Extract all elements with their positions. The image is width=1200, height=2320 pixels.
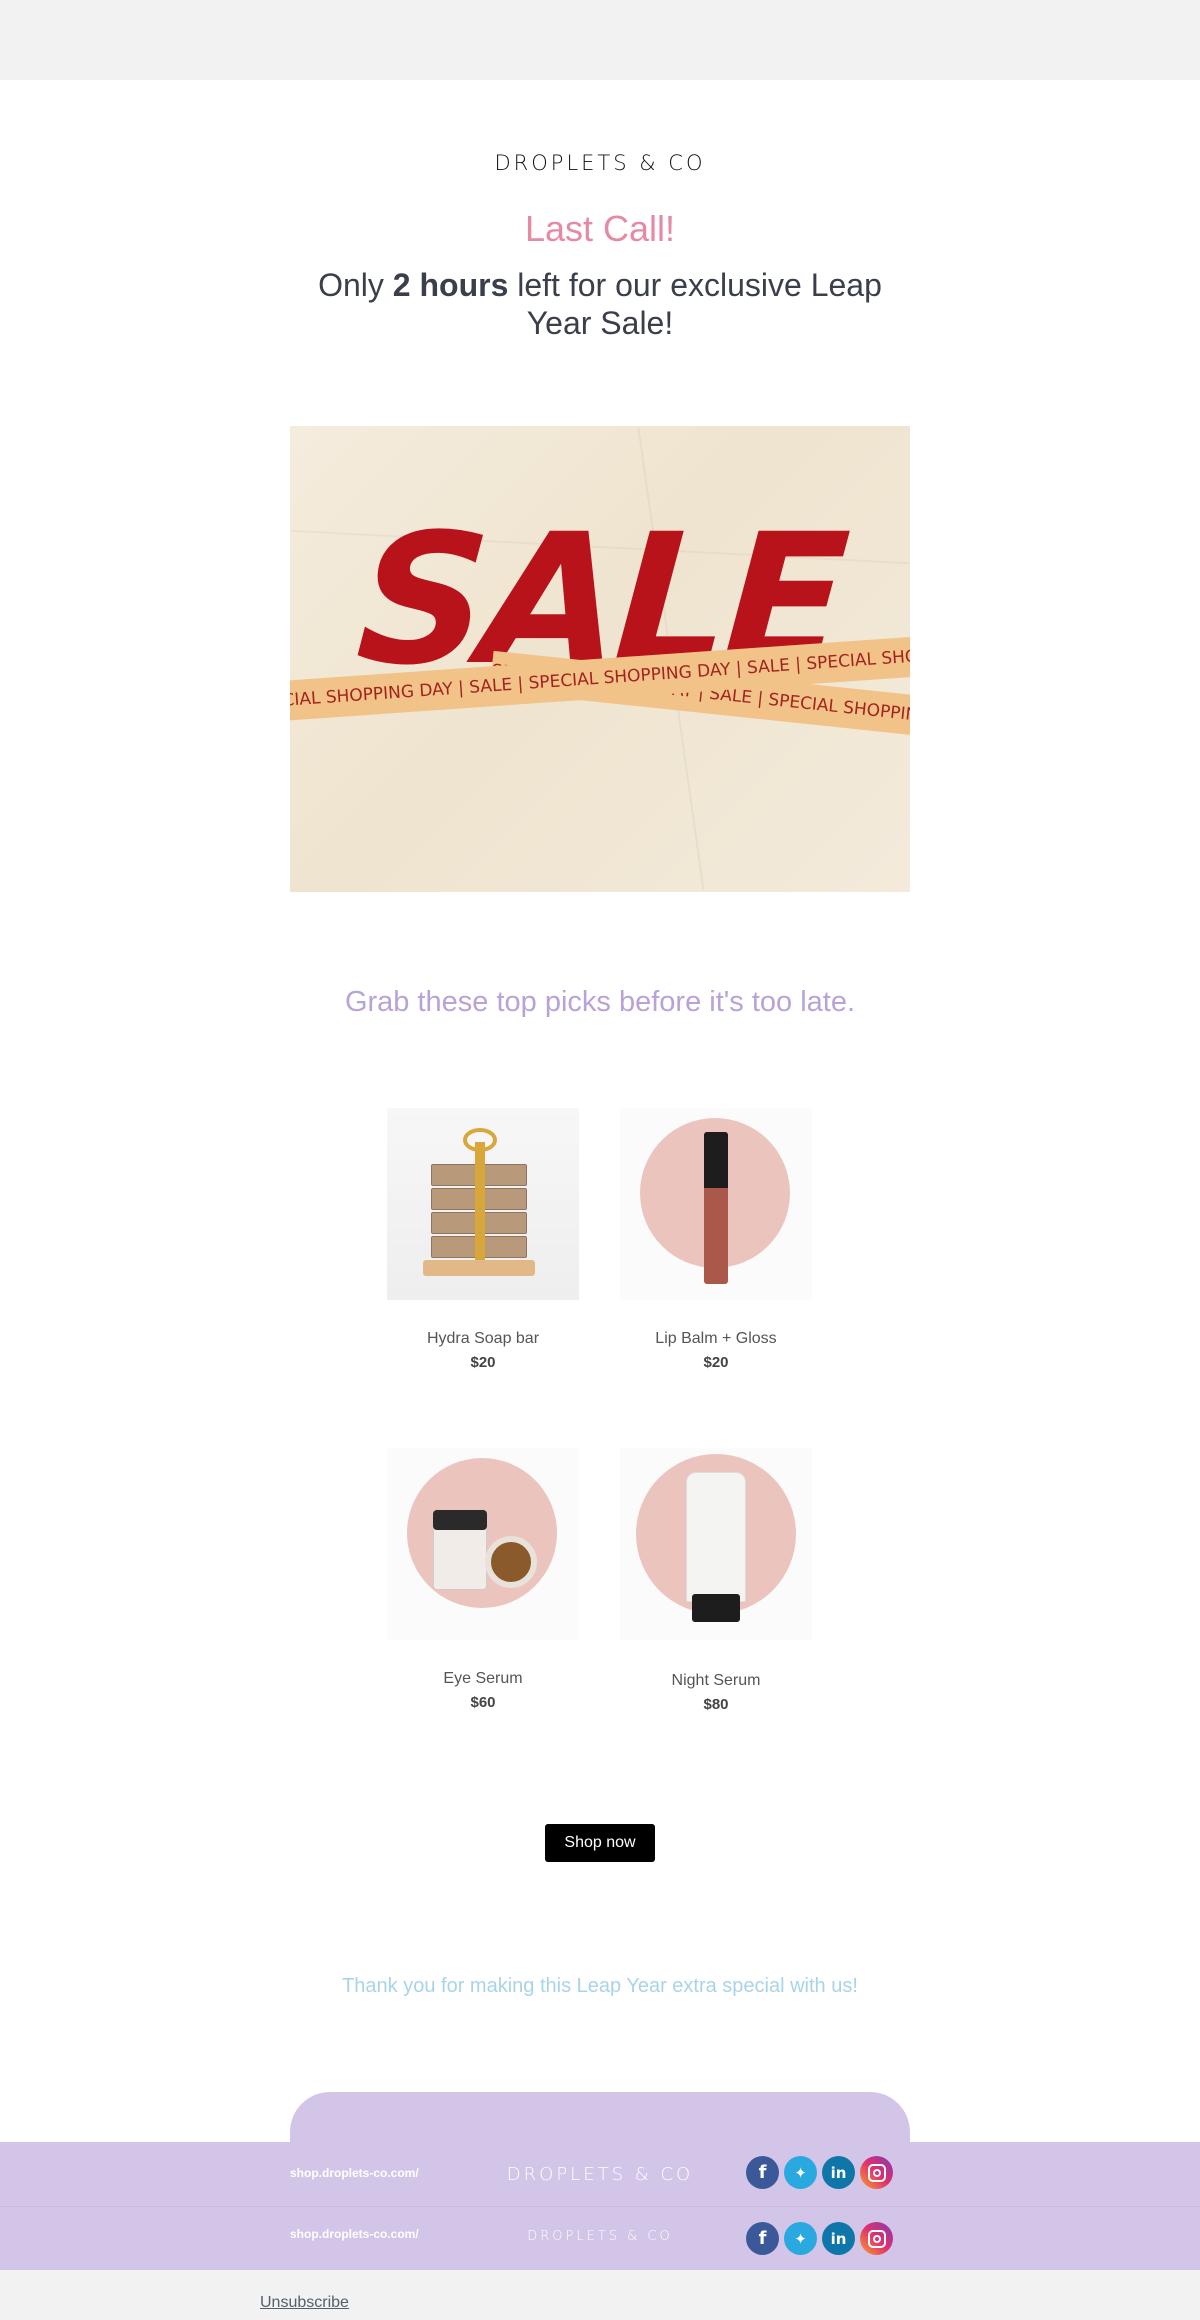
footer-row: shop.droplets-co.com/ DROPLETS & CO f ✦ … [0,2142,1200,2206]
serum-tube [686,1472,746,1602]
soap-bar-image[interactable] [387,1108,579,1300]
footer-row: shop.droplets-co.com/ DROPLETS & CO f ✦ … [0,2206,1200,2270]
instagram-icon[interactable] [860,2222,893,2255]
lip-gloss-image[interactable] [620,1108,812,1300]
facebook-glyph: f [758,2228,767,2249]
subheadline-bold-hours: 2 hours [392,267,509,303]
soap-tray [423,1260,535,1276]
shop-now-button[interactable]: Shop now [545,1824,655,1862]
unsubscribe-link[interactable]: Unsubscribe [260,2294,349,2312]
twitter-icon[interactable]: ✦ [784,2222,817,2255]
headline: Last Call! [524,208,676,249]
serum-jar-cap [433,1510,487,1530]
serum-tube-cap [692,1594,740,1622]
product-price: $20 [703,1354,729,1371]
footer-brand-logo: DROPLETS & CO [506,2164,694,2185]
product-name: Hydra Soap bar [426,1330,540,1347]
social-links: f ✦ in [746,2222,893,2255]
linkedin-icon[interactable]: in [822,2222,855,2255]
product-card[interactable]: Eye Serum $60 [387,1448,579,1711]
serum-jar-open [485,1536,537,1588]
footer-top-cap [290,2092,910,2142]
top-picks-heading: Grab these top picks before it's too lat… [344,986,856,1018]
product-price: $60 [470,1694,496,1711]
product-name: Night Serum [671,1672,761,1689]
subheadline-text-2: left for our exclusive Leap Year Sale! [508,267,882,341]
product-name: Lip Balm + Gloss [655,1330,777,1347]
brand-logo: DROPLETS & CO [494,151,706,175]
product-price: $80 [703,1696,729,1713]
twitter-glyph: ✦ [794,2163,807,2182]
product-card[interactable]: Night Serum $80 [620,1448,812,1713]
instagram-glyph [867,2163,886,2182]
product-card[interactable]: Lip Balm + Gloss $20 [620,1108,812,1371]
linkedin-glyph: in [830,2163,847,2182]
thank-you-message: Thank you for making this Leap Year extr… [342,1975,858,1997]
subheadline-text-1: Only [318,267,393,303]
soap-bow [463,1128,497,1152]
hero-sale-banner[interactable]: SALE SPECIAL SHOPPING DAY | SALE | SPECI… [290,426,910,892]
subheadline: Only 2 hours left for our exclusive Leap… [290,266,910,342]
facebook-glyph: f [758,2162,767,2183]
eye-serum-image[interactable] [387,1448,579,1640]
facebook-icon[interactable]: f [746,2222,779,2255]
night-serum-image[interactable] [620,1448,812,1640]
linkedin-icon[interactable]: in [822,2156,855,2189]
facebook-icon[interactable]: f [746,2156,779,2189]
product-price: $20 [470,1354,496,1371]
twitter-glyph: ✦ [794,2229,807,2248]
instagram-icon[interactable] [860,2156,893,2189]
gloss-cap [704,1132,728,1188]
footer-brand-logo: DROPLETS & CO [527,2229,673,2244]
instagram-glyph [867,2229,886,2248]
social-links: f ✦ in [746,2156,893,2189]
twitter-icon[interactable]: ✦ [784,2156,817,2189]
product-name: Eye Serum [443,1670,523,1687]
soap-ribbon [475,1142,485,1260]
linkedin-glyph: in [830,2229,847,2248]
product-card[interactable]: Hydra Soap bar $20 [387,1108,579,1371]
top-preheader-bar [0,0,1200,80]
